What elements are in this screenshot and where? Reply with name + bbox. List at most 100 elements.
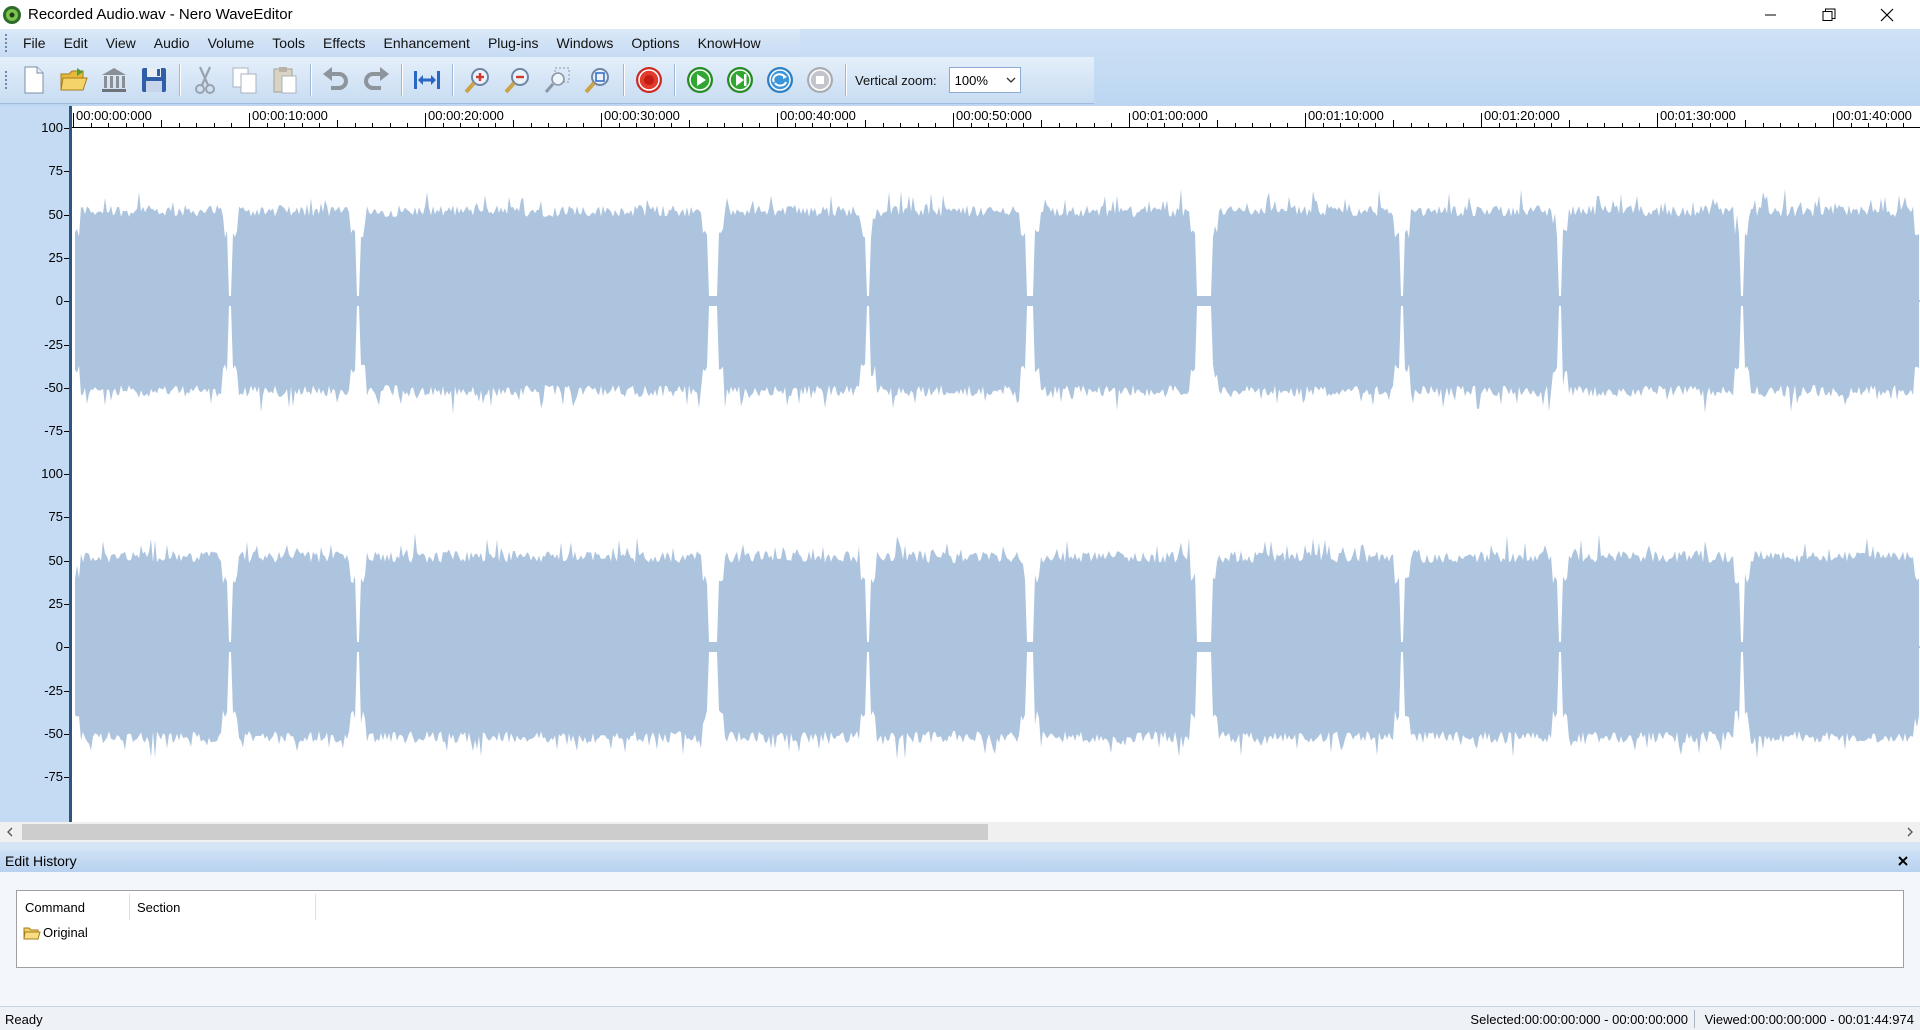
ruler-tick (1252, 123, 1254, 127)
menu-windows[interactable]: Windows (548, 29, 623, 57)
zoom-in-icon (464, 68, 489, 94)
menu-effects[interactable]: Effects (314, 29, 375, 57)
menu-tools[interactable]: Tools (263, 29, 314, 57)
menu-volume[interactable]: Volume (199, 29, 264, 57)
ruler-tick (1481, 113, 1482, 127)
nero-logo-icon (3, 5, 21, 24)
amplitude-tick (64, 690, 69, 692)
new-file-icon (24, 66, 44, 94)
amplitude-label: 100 (41, 466, 63, 481)
ruler-label: 00:01:00:000 (1132, 108, 1208, 123)
play-selection-button[interactable] (722, 62, 758, 98)
zoom-selection-button[interactable] (540, 62, 576, 98)
column-divider[interactable] (129, 894, 130, 920)
ruler-tick (1674, 123, 1676, 127)
ruler-tick (601, 113, 602, 127)
ruler-label: 00:01:10:000 (1308, 108, 1384, 123)
status-bar: Ready Selected:00:00:00:000 - 00:00:00:0… (0, 1006, 1920, 1030)
menu-enhancement[interactable]: Enhancement (375, 29, 479, 57)
cut-icon (195, 66, 215, 94)
library-button[interactable] (96, 62, 132, 98)
amplitude-tick (64, 214, 69, 216)
menu-file[interactable]: File (14, 29, 55, 57)
ruler-tick (689, 120, 690, 127)
column-header-command[interactable]: Command (25, 900, 85, 915)
menu-grip[interactable] (4, 33, 8, 53)
close-button[interactable] (1858, 0, 1916, 29)
ruler-tick (1727, 123, 1729, 127)
ruler-tick (900, 123, 902, 127)
play-selection-icon (727, 67, 753, 93)
amplitude-label: 50 (48, 552, 63, 568)
zoom-in-button[interactable] (460, 62, 496, 98)
ruler-tick (249, 113, 250, 127)
list-item[interactable]: Original (23, 925, 88, 940)
edit-history-list[interactable]: Command Section Original (16, 890, 1904, 968)
restore-button[interactable] (1800, 0, 1858, 29)
loop-button[interactable] (762, 62, 798, 98)
vertical-zoom-select[interactable]: 100% (948, 67, 1021, 93)
scroll-right-button[interactable] (1900, 822, 1920, 842)
zoom-out-icon (504, 68, 529, 94)
play-button[interactable] (682, 62, 718, 98)
folder-icon (23, 927, 41, 939)
zoom-out-button[interactable] (500, 62, 536, 98)
amplitude-label: 50 (48, 206, 63, 222)
ruler-tick (425, 113, 426, 127)
zoom-full-button[interactable] (580, 62, 616, 98)
new-file-button[interactable] (16, 62, 52, 98)
ruler-tick (389, 123, 391, 127)
cut-button[interactable] (187, 62, 223, 98)
ruler-tick (372, 123, 374, 127)
time-ruler[interactable]: 00:00:00:000 00:00:10:000 00:00:20:000 00:0… (72, 106, 1920, 128)
amplitude-label: 100 (41, 120, 63, 135)
pane-splitter[interactable] (0, 842, 1920, 850)
ruler-tick (143, 123, 145, 127)
column-divider[interactable] (315, 894, 316, 920)
edit-history-close-button[interactable] (1894, 852, 1912, 870)
redo-button[interactable] (358, 62, 394, 98)
waveform-canvas[interactable] (75, 128, 1920, 822)
copy-button[interactable] (227, 62, 263, 98)
menu-knowhow[interactable]: KnowHow (689, 29, 770, 57)
amplitude-label: 75 (48, 509, 63, 525)
edit-history-title: Edit History (5, 853, 77, 869)
stop-button[interactable] (802, 62, 838, 98)
ruler-tick (1111, 123, 1113, 127)
play-icon (687, 67, 713, 93)
menu-options[interactable]: Options (622, 29, 688, 57)
ruler-tick (108, 123, 110, 127)
ruler-tick (1463, 123, 1465, 127)
ruler-tick (1621, 123, 1623, 127)
waveform-view[interactable]: 100 75 50 25 0 -25 -50 -75 100 75 50 25 0 -25 -50 -75 0… (0, 106, 1920, 822)
ruler-tick (1093, 123, 1095, 127)
horizontal-scrollbar[interactable] (0, 822, 1920, 842)
menu-view[interactable]: View (97, 29, 145, 57)
ruler-tick (513, 120, 514, 127)
menu-audio[interactable]: Audio (145, 29, 199, 57)
paste-button[interactable] (267, 62, 303, 98)
fit-to-window-button[interactable] (409, 62, 445, 98)
column-header-section[interactable]: Section (137, 900, 180, 915)
ruler-tick (284, 123, 286, 127)
view-range: Viewed:00:00:00:000 - 00:01:44:974 (1704, 1012, 1914, 1027)
ruler-label: 00:00:30:000 (604, 108, 680, 123)
menu-edit[interactable]: Edit (55, 29, 97, 57)
save-button[interactable] (136, 62, 172, 98)
scrollbar-thumb[interactable] (22, 824, 988, 840)
amplitude-tick (64, 560, 69, 562)
ruler-tick (1181, 123, 1183, 127)
open-button[interactable] (56, 62, 92, 98)
scroll-left-button[interactable] (0, 822, 20, 842)
ruler-tick (407, 123, 409, 127)
stop-icon (807, 67, 833, 93)
toolbar-grip[interactable] (4, 70, 8, 90)
ruler-tick (988, 123, 990, 127)
ruler-tick (618, 123, 620, 127)
menu-plugins[interactable]: Plug-ins (479, 29, 548, 57)
record-button[interactable] (631, 62, 667, 98)
ruler-tick (319, 123, 321, 127)
ruler-tick (1199, 123, 1201, 127)
minimize-button[interactable] (1742, 0, 1800, 29)
undo-button[interactable] (318, 62, 354, 98)
